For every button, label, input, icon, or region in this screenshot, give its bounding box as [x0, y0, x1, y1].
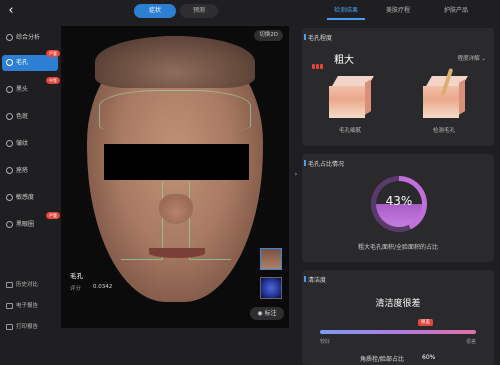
sidebar-item-label: 皱纹 — [16, 140, 29, 147]
ratio-caption: 粗大毛孔面积/全脸面积的占比 — [357, 244, 439, 251]
sidebar-item-sensitivity[interactable]: 敏感度 — [2, 190, 58, 206]
sidebar-item-spots[interactable]: 色斑 — [2, 109, 58, 125]
skin-fine-illustration — [329, 76, 374, 118]
panel-title: 毛孔占比情况 — [303, 160, 345, 168]
panel-title: 毛孔程度 — [303, 34, 333, 42]
status-badge: 中等 — [46, 77, 60, 84]
sidebar-item-pores[interactable]: 毛孔 严重 — [2, 50, 60, 71]
chevron-left-icon[interactable]: ‹ — [4, 4, 18, 18]
dark-circle-icon — [6, 221, 13, 228]
keratin-label: 角质栓/脸部占比 — [360, 356, 405, 363]
tab-treatment[interactable]: 美肤疗程 — [379, 3, 417, 19]
print-icon — [6, 324, 13, 330]
details-link[interactable]: 程度详解 ⌄ — [458, 54, 486, 62]
circle-icon — [6, 34, 13, 41]
tab-predict[interactable]: 预测 — [180, 4, 218, 18]
cleanliness-headline: 清洁度很差 — [375, 299, 421, 309]
sidebar-item-label: 敏感度 — [16, 194, 35, 201]
pore-ratio-panel: 毛孔占比情况 43% 粗大毛孔面积/全脸面积的占比 — [302, 154, 494, 262]
cleanliness-panel: 清洁度 清洁度很差 很差 较好 很差 角质栓/脸部占比 60% — [302, 270, 494, 365]
history-compare-button[interactable]: 历史对比 — [2, 278, 58, 292]
sidebar-item-label: 毛孔 — [16, 59, 29, 66]
ratio-gauge: 43% — [371, 176, 427, 232]
thumbnail-normal[interactable] — [260, 248, 282, 270]
status-badge: 严重 — [46, 50, 60, 57]
sidebar-bottom-label: 历史对比 — [16, 282, 39, 288]
blackhead-icon — [6, 86, 13, 93]
metric-label: 评分 — [70, 286, 82, 292]
sidebar-item-wrinkles[interactable]: 皱纹 — [2, 136, 58, 152]
sidebar-item-label: 色斑 — [16, 113, 29, 120]
tab-products[interactable]: 护肤产品 — [437, 3, 475, 19]
panel-title: 清洁度 — [303, 276, 327, 284]
sidebar-item-label: 痤疮 — [16, 167, 29, 174]
sidebar-bottom-label: 打印报告 — [16, 324, 39, 330]
sidebar-item-label: 黑眼圈 — [16, 221, 35, 228]
skin-analysis-app: ‹ 症状 预测 检测结果 美肤疗程 护肤产品 综合分析 毛孔 严重 黑头 中等 … — [0, 0, 500, 365]
scale-right-label: 很差 — [465, 339, 476, 345]
toggle-2d-button[interactable]: 切换2D — [254, 30, 283, 41]
details-label: 程度详解 — [457, 56, 480, 62]
sidebar-item-overview[interactable]: 综合分析 — [2, 30, 58, 46]
annotate-label: 标注 — [264, 310, 277, 317]
thumbnail-uv[interactable] — [260, 277, 282, 299]
sidebar-item-dark-circles[interactable]: 黑眼圈 严重 — [2, 212, 60, 233]
pore-severity-panel: 毛孔程度 粗大 程度详解 ⌄ 毛孔细腻 检测毛孔 — [302, 28, 494, 146]
status-badge: 严重 — [46, 212, 60, 219]
sidebar-item-label: 黑头 — [16, 86, 29, 93]
hair-region — [95, 36, 255, 88]
illustration-label: 检测毛孔 — [432, 128, 455, 134]
history-icon — [6, 282, 13, 288]
acne-icon — [6, 167, 13, 174]
sidebar-item-blackheads[interactable]: 黑头 中等 — [2, 77, 60, 98]
forehead-outline — [99, 90, 251, 130]
face-viewer[interactable]: 切换2D 毛孔 评分 0.0342 ◉ 标注 — [61, 26, 289, 328]
level-marker: 很差 — [418, 319, 433, 326]
severity-indicator — [312, 54, 324, 73]
print-report-button[interactable]: 打印报告 — [2, 320, 58, 334]
report-icon — [6, 303, 13, 309]
illustration-label: 毛孔细腻 — [338, 128, 361, 134]
metric-title: 毛孔 — [70, 272, 83, 280]
tab-underline — [327, 18, 365, 20]
sidebar-item-acne[interactable]: 痤疮 — [2, 163, 58, 179]
eye-icon: ◉ — [257, 310, 265, 317]
cleanliness-scale — [320, 330, 476, 334]
annotate-button[interactable]: ◉ 标注 — [250, 307, 284, 320]
privacy-redaction — [104, 144, 249, 180]
ratio-percent: 43% — [385, 194, 413, 208]
scale-left-label: 较好 — [320, 339, 331, 345]
keratin-value: 60% — [422, 354, 436, 361]
sidebar-bottom-label: 电子报告 — [16, 303, 39, 309]
metric-value: 0.0342 — [93, 284, 113, 290]
spot-icon — [6, 113, 13, 120]
tab-symptom[interactable]: 症状 — [134, 4, 176, 18]
mouth-region — [149, 248, 205, 258]
pore-icon — [6, 59, 13, 66]
wrinkle-icon — [6, 140, 13, 147]
skin-pore-illustration — [423, 68, 468, 118]
severity-level: 粗大 — [334, 55, 354, 66]
chevron-down-icon: ⌄ — [481, 56, 486, 62]
chevron-right-icon[interactable]: › — [293, 168, 299, 182]
nose-region — [159, 194, 193, 224]
e-report-button[interactable]: 电子报告 — [2, 299, 58, 313]
sensitivity-icon — [6, 194, 13, 201]
sidebar-item-label: 综合分析 — [16, 34, 41, 41]
sidebar: 综合分析 毛孔 严重 黑头 中等 色斑 皱纹 痤疮 敏感度 黑眼圈 严重 历史对… — [0, 28, 60, 365]
tab-results[interactable]: 检测结果 — [327, 3, 365, 19]
